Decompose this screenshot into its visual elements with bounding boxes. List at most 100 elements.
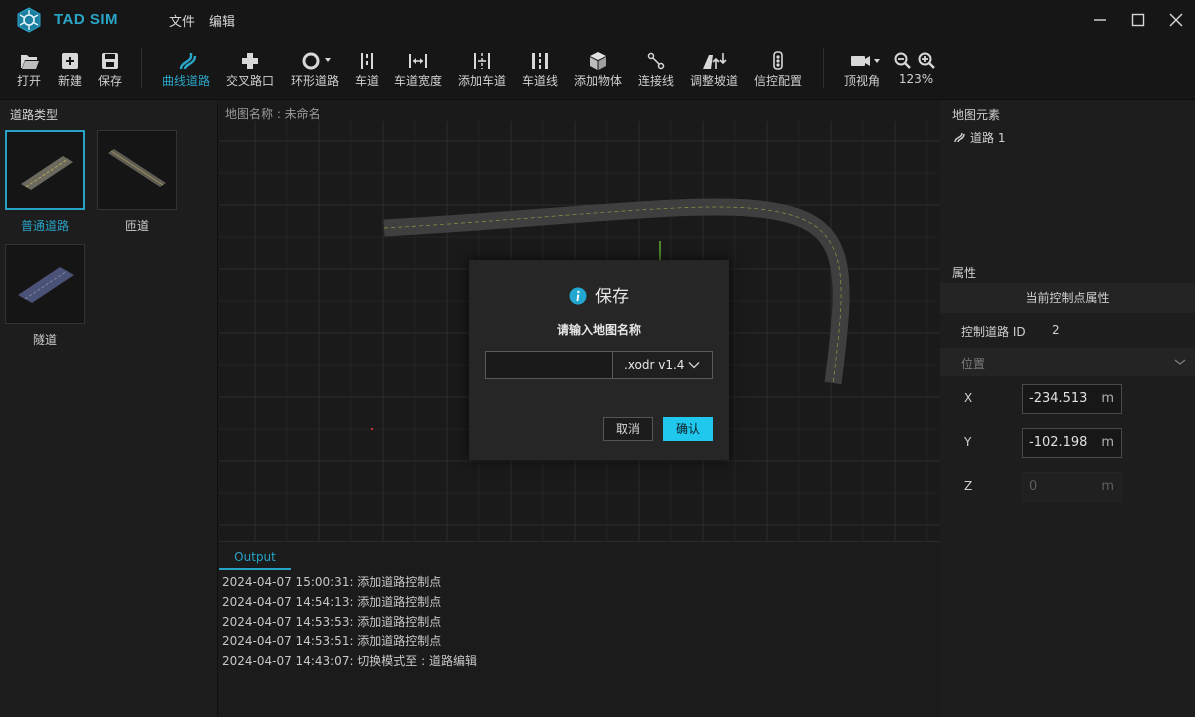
- origin-marker: [370, 427, 374, 431]
- open-button[interactable]: 打开: [14, 50, 44, 89]
- cube-icon: [590, 52, 606, 70]
- log-entry: 2024-04-07 14:53:53: 添加道路控制点: [222, 615, 442, 629]
- save-button[interactable]: 保存: [95, 50, 125, 89]
- z-value: 0: [1029, 479, 1038, 494]
- add-lane-icon: [474, 53, 490, 69]
- position-label: 位置: [961, 357, 986, 371]
- new-button[interactable]: 新建: [55, 50, 85, 89]
- title-bar: TAD SIM 文件 编辑: [0, 0, 1195, 40]
- junction-icon: [242, 53, 258, 69]
- save-icon: [102, 53, 118, 69]
- ramp-thumbnail: [108, 149, 166, 187]
- lane-line-icon: [532, 53, 548, 69]
- top-view-button[interactable]: 顶视角: [840, 50, 884, 89]
- lane-button[interactable]: 车道: [352, 50, 382, 89]
- current-point-properties-header: 当前控制点属性: [940, 283, 1195, 313]
- properties-title: 属性: [952, 266, 977, 280]
- roundabout-button[interactable]: 环形道路: [288, 50, 342, 89]
- road-type-ramp[interactable]: [97, 130, 177, 210]
- zoom-in-icon[interactable]: [918, 52, 936, 70]
- toolbar-divider: [141, 48, 142, 88]
- connect-line-button[interactable]: 连接线: [636, 50, 676, 89]
- z-unit: m: [1101, 479, 1114, 494]
- tadsim-logo-icon: [17, 7, 41, 33]
- connect-line-label: 连接线: [637, 74, 674, 88]
- lane-icon: [361, 53, 373, 69]
- zoom-out-icon[interactable]: [894, 52, 912, 70]
- menu-edit[interactable]: 编辑: [209, 11, 235, 30]
- cancel-button[interactable]: 取消: [603, 417, 653, 441]
- curve-road-icon: [179, 53, 197, 70]
- road-type-normal-label: 普通道路: [20, 219, 69, 233]
- tunnel-thumbnail: [18, 267, 74, 303]
- signal-config-button[interactable]: 信控配置: [752, 50, 804, 89]
- curve-road-label: 曲线道路: [161, 74, 210, 88]
- zoom-level: 123%: [898, 72, 934, 86]
- road-type-tunnel-label: 隧道: [32, 333, 57, 347]
- road-type-normal[interactable]: [5, 130, 85, 210]
- menu-file[interactable]: 文件: [169, 11, 195, 30]
- position-section-header[interactable]: 位置: [940, 348, 1195, 376]
- adjust-slope-label: 调整坡道: [689, 74, 738, 88]
- log-entry: 2024-04-07 15:00:31: 添加道路控制点: [222, 575, 442, 589]
- road-id-label: 控制道路 ID: [961, 325, 1026, 339]
- save-dialog: 保存 请输入地图名称 .xodr v1.4 取消 确认: [469, 260, 729, 460]
- y-unit: m: [1101, 435, 1114, 450]
- log-entry: 2024-04-07 14:43:07: 切换模式至 : 道路编辑: [222, 654, 477, 668]
- format-value: .xodr v1.4: [624, 358, 685, 372]
- folder-open-icon: [21, 55, 39, 69]
- map-name-label: 地图名称 : 未命名: [225, 107, 321, 121]
- x-coordinate-input[interactable]: -234.513 m: [1022, 384, 1122, 414]
- y-coordinate-input[interactable]: -102.198 m: [1022, 428, 1122, 458]
- z-label: Z: [964, 479, 973, 493]
- output-tab[interactable]: Output: [219, 546, 291, 570]
- format-select[interactable]: .xodr v1.4: [612, 351, 713, 379]
- close-icon[interactable]: [1166, 10, 1186, 30]
- curve-road-button[interactable]: 曲线道路: [160, 50, 212, 89]
- x-unit: m: [1101, 391, 1114, 406]
- y-value: -102.198: [1029, 435, 1088, 450]
- output-panel: Output 2024-04-07 15:00:31: 添加道路控制点 2024…: [219, 541, 939, 717]
- lane-line-label: 车道线: [521, 74, 558, 88]
- confirm-button[interactable]: 确认: [663, 417, 713, 441]
- chevron-down-icon: [1174, 359, 1186, 365]
- road-type-tunnel[interactable]: [5, 244, 85, 324]
- junction-label: 交叉路口: [225, 74, 274, 88]
- roundabout-icon: [302, 52, 331, 70]
- maximize-icon[interactable]: [1128, 10, 1148, 30]
- log-entry: 2024-04-07 14:54:13: 添加道路控制点: [222, 595, 442, 609]
- app-brand: TAD SIM: [54, 11, 119, 28]
- road-type-ramp-label: 匝道: [124, 219, 149, 233]
- traffic-light-icon: [773, 51, 783, 70]
- save-label: 保存: [97, 74, 122, 88]
- minimize-icon[interactable]: [1090, 10, 1110, 30]
- lane-width-icon: [409, 54, 427, 68]
- add-lane-label: 添加车道: [457, 74, 506, 88]
- zoom-control: 123%: [894, 50, 938, 86]
- dialog-prompt: 请输入地图名称: [556, 323, 641, 337]
- signal-config-label: 信控配置: [753, 74, 802, 88]
- lane-label: 车道: [354, 74, 379, 88]
- log-entry: 2024-04-07 14:53:51: 添加道路控制点: [222, 634, 442, 648]
- road-type-panel: 道路类型 普通道路 匝道 隧道: [0, 101, 218, 717]
- add-object-label: 添加物体: [573, 74, 622, 88]
- x-label: X: [964, 391, 973, 405]
- map-name-input[interactable]: [485, 351, 613, 379]
- connect-line-icon: [647, 52, 665, 70]
- adjust-slope-button[interactable]: 调整坡道: [688, 50, 740, 89]
- new-file-icon: [62, 53, 78, 69]
- junction-button[interactable]: 交叉路口: [224, 50, 276, 89]
- toolbar: 打开 新建 保存 曲线道路 交叉路口 环形道路 车道 车道宽度 添加车道 车道线…: [0, 40, 1195, 100]
- open-label: 打开: [16, 74, 41, 88]
- chevron-down-icon: [688, 362, 700, 369]
- lane-line-button[interactable]: 车道线: [520, 50, 560, 89]
- lane-width-button[interactable]: 车道宽度: [392, 50, 444, 89]
- toolbar-divider: [823, 48, 824, 88]
- add-lane-button[interactable]: 添加车道: [456, 50, 508, 89]
- camera-icon: [851, 56, 880, 66]
- map-element-road-1-label: 道路 1: [970, 131, 1006, 145]
- add-object-button[interactable]: 添加物体: [572, 50, 624, 89]
- road-id-value: 2: [1052, 323, 1060, 337]
- road-icon: [954, 132, 965, 143]
- top-view-label: 顶视角: [843, 74, 880, 88]
